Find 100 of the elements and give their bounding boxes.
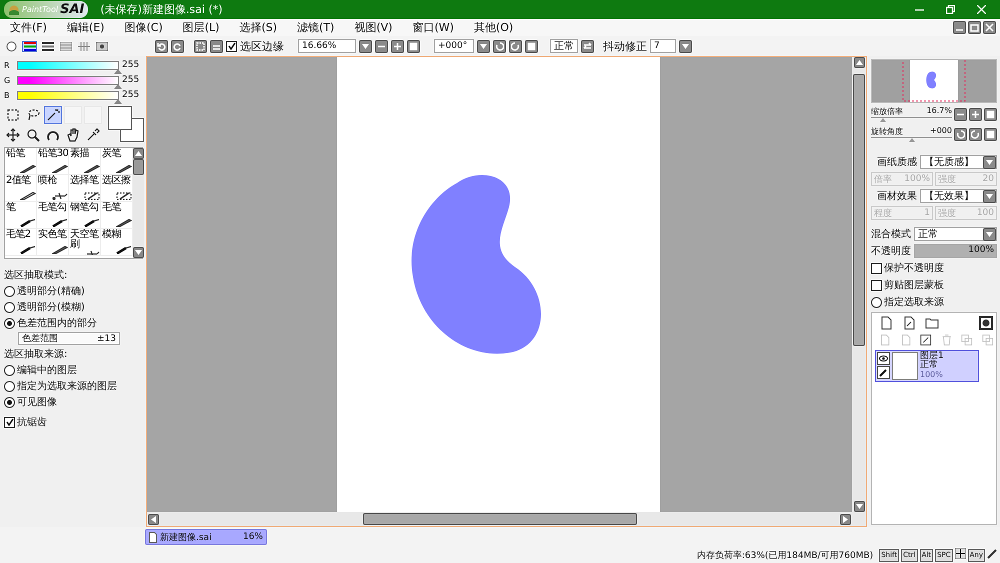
menu-item[interactable]: 其他(O) <box>464 20 524 35</box>
mask-icon[interactable] <box>979 316 993 330</box>
color-mode-tab[interactable] <box>40 40 55 52</box>
clear-layer-icon[interactable] <box>920 333 932 347</box>
color-mode-tab[interactable] <box>22 40 37 52</box>
checkbox[interactable] <box>871 280 882 290</box>
canvas-page[interactable] <box>337 57 660 513</box>
brush-tool[interactable]: 毛笔勾 <box>37 202 69 229</box>
color-mode-tab[interactable] <box>94 40 109 52</box>
dashed-square-icon <box>196 42 205 50</box>
brush-tool[interactable]: 模糊 <box>101 229 133 256</box>
left-arrow-icon <box>151 516 156 522</box>
range-field[interactable]: 色差范围 ±13 <box>18 332 120 345</box>
rotate-right-button[interactable] <box>969 128 982 141</box>
deselect-button[interactable] <box>194 40 207 52</box>
menu-item[interactable]: 滤镜(T) <box>287 20 344 35</box>
checkbox[interactable] <box>4 416 15 428</box>
scroll-thumb[interactable] <box>362 513 636 525</box>
setting-label: 画纸质感 <box>877 156 917 169</box>
brush-tool[interactable]: 选择笔 <box>69 175 101 202</box>
menu-item[interactable]: 选择(S) <box>229 20 288 35</box>
option-label: 指定为选取来源的图层 <box>17 380 117 393</box>
brush-tool[interactable]: 钢笔勾 <box>69 202 101 229</box>
brush-tool[interactable]: 毛笔2 <box>5 229 37 256</box>
navigator-preview[interactable] <box>871 59 997 103</box>
menu-item[interactable]: 图层(L) <box>172 20 230 35</box>
zoom-out-button[interactable] <box>375 40 388 52</box>
slider-thumb[interactable] <box>908 138 914 142</box>
slider-thumb[interactable] <box>880 118 886 122</box>
zoom-field[interactable]: 16.66% <box>298 39 356 53</box>
stabilizer-field[interactable]: 7 <box>650 39 676 53</box>
redo-button[interactable] <box>171 40 184 52</box>
color-mode-tab[interactable] <box>76 40 91 52</box>
brush-icon[interactable] <box>877 366 890 379</box>
move-tool[interactable] <box>4 126 22 144</box>
rotation-field[interactable]: +000° <box>434 39 474 53</box>
wand-tool[interactable] <box>44 106 62 124</box>
radio-button[interactable] <box>871 296 882 308</box>
brush-tool[interactable]: 炭笔 <box>101 148 133 175</box>
folder-icon[interactable] <box>925 316 939 330</box>
radio-button[interactable] <box>4 302 15 312</box>
brush-tool[interactable]: 喷枪 <box>37 175 69 202</box>
blend-field[interactable]: 正常 <box>550 39 578 53</box>
reset-rotation-button[interactable] <box>525 40 538 52</box>
brush-tool[interactable]: 2值笔 <box>5 175 37 202</box>
zoom-in-button[interactable] <box>969 108 982 121</box>
setting-label: 不透明度 <box>871 244 911 258</box>
brush-tool[interactable]: 笔 <box>5 202 37 229</box>
color-mode-tab[interactable] <box>58 40 73 52</box>
scroll-thumb[interactable] <box>133 159 144 175</box>
radio-button[interactable] <box>4 396 15 408</box>
checkbox[interactable] <box>871 262 882 274</box>
zoom-in-button[interactable] <box>391 40 404 52</box>
square-icon <box>409 42 418 50</box>
new-layer-icon[interactable] <box>879 316 893 330</box>
dropdown-button[interactable] <box>477 40 490 52</box>
close-icon[interactable] <box>977 5 986 14</box>
menu-item[interactable]: 编辑(E) <box>56 20 114 35</box>
menu-item[interactable]: 文件(F) <box>0 20 57 35</box>
menu-item[interactable]: 图像(C) <box>114 20 173 35</box>
invert-selection-button[interactable] <box>210 40 223 52</box>
brush-tool[interactable]: 毛笔 <box>101 202 133 229</box>
blend-dropdown[interactable]: 正常 <box>914 227 997 241</box>
layer-row[interactable]: 图层1 正常 100% <box>875 350 979 382</box>
pen-icon <box>20 219 36 227</box>
color-mode-tab[interactable] <box>4 40 19 52</box>
reset-rotation-button[interactable] <box>984 128 997 141</box>
menu-item[interactable]: 窗口(W) <box>402 20 464 35</box>
new-vector-layer-icon[interactable] <box>902 316 916 330</box>
opacity-slider[interactable]: 100% <box>914 244 997 258</box>
radio-button[interactable] <box>4 286 15 296</box>
dropdown-button[interactable] <box>679 40 692 52</box>
reset-zoom-button[interactable] <box>407 40 420 52</box>
rotate-left-button[interactable] <box>493 40 506 52</box>
brush-tool[interactable]: 素描 <box>69 148 101 175</box>
vertical-scrollbar[interactable] <box>852 57 866 512</box>
minimize-button[interactable] <box>953 21 966 34</box>
menu-item[interactable]: 视图(V) <box>344 20 402 35</box>
radio-button[interactable] <box>4 364 15 376</box>
maximize-button[interactable] <box>968 21 981 34</box>
brush-tool[interactable]: 铅笔 <box>5 148 37 175</box>
undo-button[interactable] <box>155 40 168 52</box>
flip-button[interactable] <box>581 40 594 52</box>
document-tab[interactable]: 新建图像.sai 16% <box>145 529 267 545</box>
reset-zoom-button[interactable] <box>984 108 997 121</box>
scroll-thumb[interactable] <box>853 74 865 346</box>
color-swatch-drawing[interactable] <box>108 106 143 142</box>
restore-icon[interactable] <box>946 5 955 14</box>
radio-button[interactable] <box>4 380 15 392</box>
close-button[interactable] <box>983 21 996 34</box>
rotate-left-button[interactable] <box>954 128 967 141</box>
horizontal-scrollbar[interactable] <box>147 512 866 526</box>
dropdown-button[interactable] <box>359 40 372 52</box>
rotate-right-button[interactable] <box>509 40 522 52</box>
scrollbar[interactable] <box>133 148 144 258</box>
visibility-toggle[interactable] <box>877 352 890 365</box>
brush-tool[interactable]: 铅笔30 <box>37 148 69 175</box>
radio-button[interactable] <box>4 318 15 328</box>
checkbox[interactable] <box>226 40 237 52</box>
zoom-out-button[interactable] <box>954 108 967 121</box>
